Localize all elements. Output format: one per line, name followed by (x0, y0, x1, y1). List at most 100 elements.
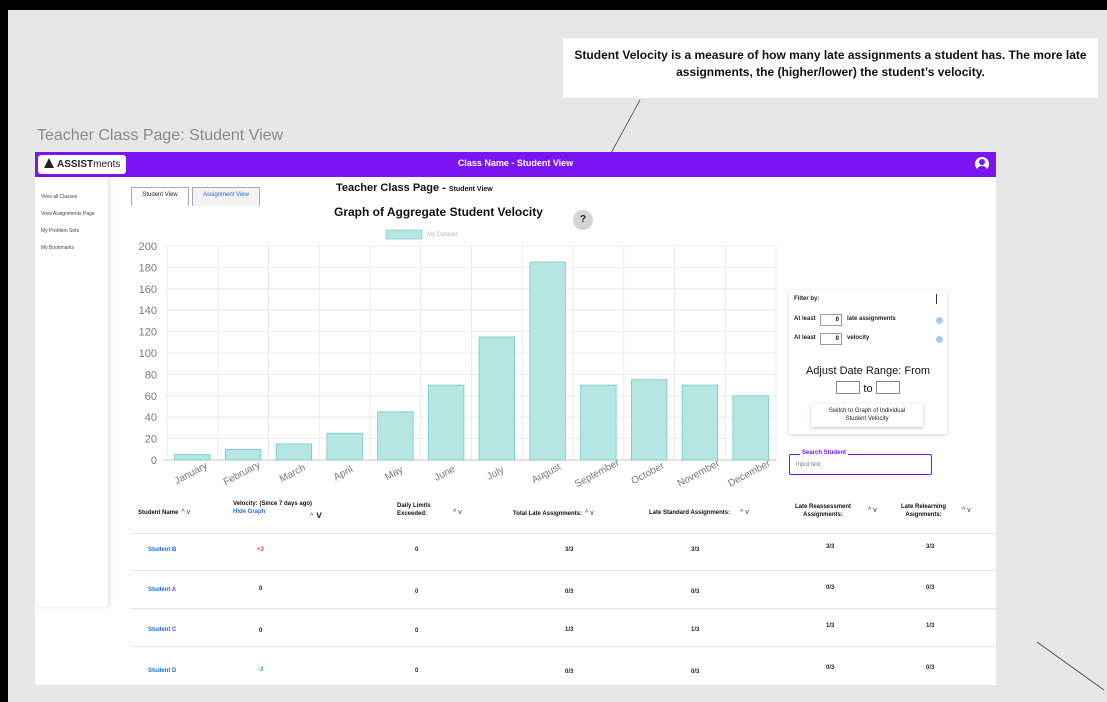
late-filter-toggle[interactable] (936, 317, 943, 324)
filter-title: Filter by: (794, 296, 820, 302)
x-tick-label: July (485, 465, 506, 483)
daily-limits-value: 0 (415, 547, 419, 553)
row-divider (131, 608, 996, 609)
late-standard-value: 1/3 (691, 627, 700, 633)
search-student-box: Search Student (789, 450, 932, 475)
app-window: ASSISTments Class Name - Student View Vi… (35, 152, 996, 685)
late-relearning-value: 0/3 (926, 665, 935, 671)
late-reassessment-value: 3/3 (826, 544, 835, 550)
switch-graph-button[interactable]: Switch to Graph of Individual Student Ve… (811, 404, 923, 427)
sort-total-late[interactable]: ^ v (585, 510, 594, 517)
header-daily-limits: Daily Limits Exceeded: (397, 503, 431, 517)
bar (630, 379, 668, 461)
x-tick-label: March (278, 462, 308, 485)
header-student-name: Student Name ^ v (138, 509, 191, 516)
x-tick-label: February (222, 460, 262, 488)
header-late-standard: Late Standard Assignments: ^ v (649, 509, 749, 516)
late-relearning-value: 0/3 (926, 585, 935, 591)
velocity-input[interactable]: 0 (820, 333, 842, 345)
velocity-value: 0 (259, 628, 263, 634)
date-to-input[interactable] (875, 381, 900, 394)
daily-limits-value: 0 (415, 668, 419, 674)
header-velocity: Velocity: (Since 7 days ago) Hide Graph (233, 501, 313, 516)
y-tick-label: 180 (139, 262, 157, 274)
y-tick-label: 100 (139, 348, 157, 360)
y-tick-label: 200 (139, 241, 157, 253)
daily-limits-value: 0 (415, 589, 419, 595)
date-to-label: to (863, 383, 873, 395)
row-divider (131, 570, 996, 571)
daily-limits-value: 0 (415, 628, 419, 634)
bar (377, 411, 414, 461)
date-from-input[interactable] (836, 381, 861, 394)
late-reassessment-value: 0/3 (826, 665, 835, 671)
x-tick-label: April (332, 464, 355, 483)
y-tick-label: 60 (145, 391, 157, 403)
sort-student-name[interactable]: ^ v (181, 509, 190, 516)
header-total-late: Total Late Assignments: ^ v (513, 510, 594, 517)
total-late-value: 1/3 (565, 627, 574, 633)
sort-late-standard[interactable]: ^ v (740, 509, 749, 516)
bar (326, 432, 363, 461)
student-name-link[interactable]: Student B (148, 547, 176, 553)
header-late-relearning: Late Relearning Asignments: (901, 504, 947, 518)
x-tick-label: December (726, 458, 772, 490)
bar (427, 384, 465, 461)
late-relearning-value: 1/3 (926, 623, 935, 629)
late-standard-value: 0/3 (691, 589, 700, 595)
header-late-reassessment: Late Reassessment Assignments: (795, 504, 852, 518)
search-input[interactable] (796, 462, 926, 468)
student-name-link[interactable]: Student D (148, 668, 176, 674)
x-tick-label: October (630, 460, 667, 487)
late-standard-value: 3/3 (691, 547, 700, 553)
velocity-value: -3 (258, 667, 264, 673)
velocity-callout: Student Velocity is a measure of how man… (563, 38, 1098, 98)
velocity-filter-prefix: At least (794, 335, 816, 341)
student-name-link[interactable]: Student C (148, 627, 176, 633)
sort-daily-limits[interactable]: ^ v (450, 509, 462, 517)
late-filter-prefix: At least (794, 316, 816, 322)
late-reassessment-value: 1/3 (826, 623, 835, 629)
x-tick-label: September (573, 457, 622, 490)
y-tick-label: 20 (145, 434, 157, 446)
row-divider (131, 646, 996, 647)
late-relearning-value: 3/3 (926, 544, 935, 550)
late-standard-value: 0/3 (691, 669, 700, 675)
frame-title: Teacher Class Page: Student View (37, 127, 284, 144)
velocity-value: 0 (259, 586, 263, 592)
bar (529, 261, 566, 461)
bar (580, 384, 617, 461)
bar (681, 384, 719, 461)
y-tick-label: 40 (145, 412, 157, 424)
bar (224, 448, 262, 461)
y-tick-label: 0 (151, 455, 157, 467)
sort-velocity[interactable]: ^ v (307, 511, 322, 521)
bar (174, 454, 211, 461)
late-filter-suffix: late assignments (847, 316, 896, 322)
total-late-value: 3/3 (565, 547, 574, 553)
bar (275, 443, 313, 461)
x-tick-label: May (383, 464, 405, 483)
x-tick-label: August (530, 462, 563, 486)
velocity-value: +3 (257, 547, 264, 553)
search-student-label: Search Student (800, 450, 849, 456)
switch-button-line2: Student Velocity (845, 416, 889, 422)
x-tick-label: November (676, 458, 722, 490)
bar (478, 336, 516, 461)
total-late-value: 0/3 (565, 589, 574, 595)
filter-panel: Filter by: At least 0 late assignments A… (789, 290, 947, 434)
legend-label: My Dataset (427, 232, 458, 238)
bar (732, 395, 769, 461)
date-range-title: Adjust Date Range: From (805, 365, 931, 377)
late-assignments-input[interactable]: 0 (820, 314, 842, 326)
filter-scrollbar[interactable] (936, 294, 937, 304)
velocity-filter-toggle[interactable] (936, 336, 943, 343)
switch-button-line1: Switch to Graph of Individual (828, 408, 906, 414)
student-name-link[interactable]: Student A (148, 587, 176, 593)
sort-late-reassessment[interactable]: ^ v (865, 507, 877, 515)
sort-late-relearning[interactable]: ^ v (959, 507, 971, 515)
late-reassessment-value: 0/3 (826, 585, 835, 591)
hide-graph-link[interactable]: Hide Graph (233, 508, 312, 516)
date-range-inputs: to (789, 381, 947, 395)
legend-swatch (385, 229, 423, 240)
